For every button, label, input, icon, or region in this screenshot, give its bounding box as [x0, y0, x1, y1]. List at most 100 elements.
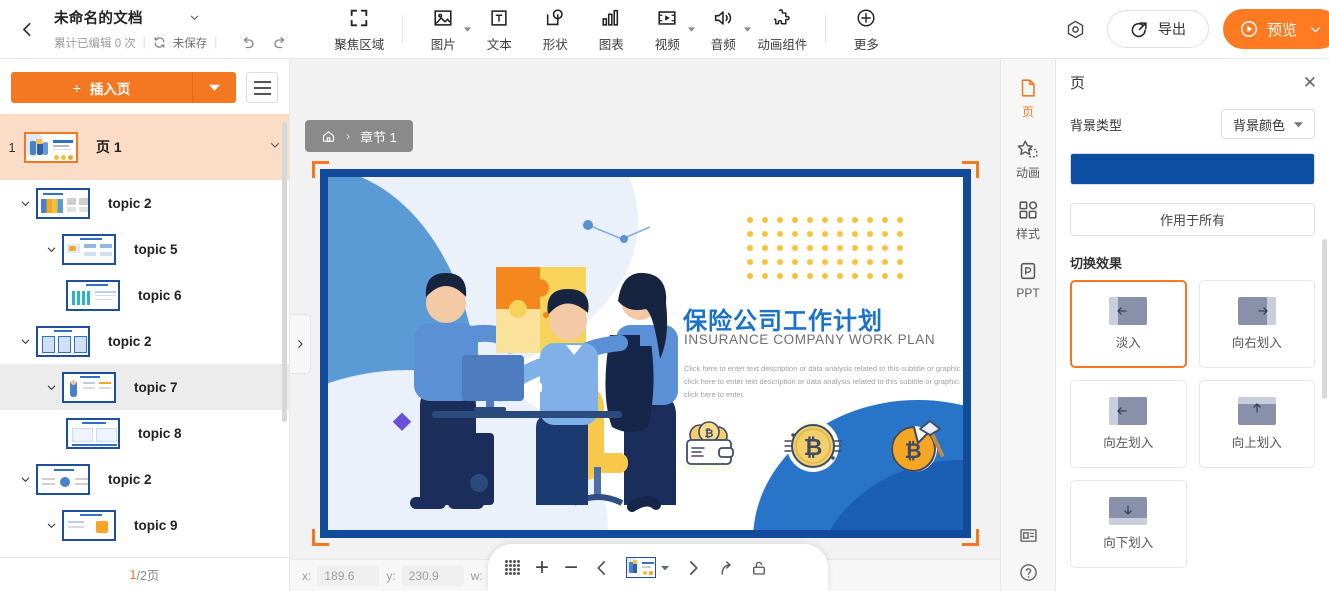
sidebar-item-page-1[interactable]: 1 页 1 — [0, 114, 289, 180]
insert-page-button[interactable]: + 插入页 — [11, 72, 192, 103]
layout-panel-icon[interactable] — [1018, 525, 1039, 546]
coordinate-y[interactable]: y: 230.9 — [386, 565, 464, 586]
slide-thumbnail[interactable] — [36, 187, 90, 219]
strip-item-style[interactable]: 样式 — [1000, 199, 1056, 242]
grid-toggle-button[interactable] — [505, 560, 520, 575]
transition-slide-down[interactable]: 向下划入 — [1070, 480, 1187, 568]
strip-item-page[interactable]: 页 — [1000, 77, 1056, 120]
preview-button[interactable]: 预览 — [1222, 9, 1329, 49]
selection-handle-bottom-right[interactable] — [962, 529, 979, 546]
chevron-down-icon — [47, 385, 55, 390]
insert-page-group[interactable]: + 插入页 — [11, 72, 236, 103]
tool-shape[interactable]: 形状 — [527, 0, 583, 59]
close-icon[interactable]: ✕ — [1303, 74, 1317, 91]
home-icon[interactable] — [321, 129, 336, 144]
y-value[interactable]: 230.9 — [401, 565, 464, 586]
background-type-select[interactable]: 背景颜色 — [1221, 109, 1315, 139]
expand-toggle[interactable] — [40, 520, 62, 531]
slide-options-caret[interactable] — [269, 138, 281, 156]
expand-toggle[interactable] — [14, 336, 36, 347]
strip-label: 页 — [1021, 105, 1034, 119]
tool-animation-component[interactable]: 动画组件 — [751, 0, 813, 59]
sidebar-item-topic-5[interactable]: topic 5 — [0, 226, 289, 272]
sidebar-item-topic-6[interactable]: topic 6 — [0, 272, 289, 318]
settings-button[interactable] — [1059, 12, 1093, 46]
canvas-area[interactable]: › 章节 1 保险公司工作计划 INSURANCE COMPANY WORK P… — [290, 59, 1003, 591]
expand-toggle[interactable] — [40, 382, 62, 393]
caret-down-icon[interactable] — [744, 26, 752, 33]
insert-page-dropdown[interactable] — [192, 72, 236, 103]
expand-toggle[interactable] — [14, 198, 36, 209]
zoom-in-button[interactable]: + — [535, 555, 549, 580]
zoom-out-button[interactable]: − — [564, 555, 578, 580]
breadcrumb[interactable]: › 章节 1 — [305, 120, 413, 152]
tool-text[interactable]: 文本 — [471, 0, 527, 59]
apply-to-all-button[interactable]: 作用于所有 — [1070, 203, 1315, 236]
slide-thumbnail[interactable] — [62, 371, 116, 403]
slide-thumbnail[interactable] — [66, 279, 120, 311]
strip-item-animation[interactable]: 动画 — [1000, 138, 1056, 181]
share-button[interactable] — [717, 559, 735, 577]
tool-audio[interactable]: 音频 — [695, 0, 752, 59]
slide-list[interactable]: 1 页 1 topic 2 topic 5 topic 6 topic 2 to… — [0, 114, 289, 557]
sidebar-item-topic-2b[interactable]: topic 2 — [0, 318, 289, 364]
prev-page-button[interactable] — [593, 559, 611, 577]
tool-chart[interactable]: 图表 — [583, 0, 639, 59]
help-circle-icon[interactable] — [1018, 562, 1039, 583]
slide-thumbnail[interactable] — [66, 417, 120, 449]
slide-canvas[interactable]: 保险公司工作计划 INSURANCE COMPANY WORK PLAN Cli… — [312, 161, 979, 546]
tool-image[interactable]: 图片 — [415, 0, 472, 59]
caret-down-icon[interactable] — [464, 26, 472, 33]
sidebar-menu-button[interactable] — [246, 72, 278, 103]
sidebar-item-topic-2a[interactable]: topic 2 — [0, 180, 289, 226]
expand-toggle[interactable] — [40, 244, 62, 255]
coordinate-x[interactable]: x: 189.6 — [302, 565, 380, 586]
slide-subtitle[interactable]: INSURANCE COMPANY WORK PLAN — [684, 332, 935, 347]
sidebar-item-topic-2c[interactable]: topic 2 — [0, 456, 289, 502]
strip-item-ppt[interactable]: PPT — [1000, 260, 1056, 300]
panel-scrollbar[interactable] — [1322, 239, 1327, 399]
sidebar-item-topic-7[interactable]: topic 7 — [0, 364, 289, 410]
selection-handle-bottom-left[interactable] — [312, 529, 329, 546]
slide-thumbnail[interactable] — [24, 131, 78, 163]
tool-video[interactable]: 视频 — [639, 0, 696, 59]
slide-up-arrow-icon — [1237, 397, 1276, 425]
back-button[interactable] — [0, 0, 54, 59]
export-button[interactable]: 导出 — [1106, 10, 1209, 48]
panel-header: 页 ✕ — [1056, 59, 1329, 105]
transition-slide-left[interactable]: 向左划入 — [1070, 380, 1187, 468]
expand-toggle[interactable] — [14, 474, 36, 485]
slide-thumbnail[interactable] — [36, 463, 90, 495]
sidebar-item-topic-9[interactable]: topic 9 — [0, 502, 289, 548]
chevron-down-icon[interactable] — [189, 12, 200, 23]
x-value[interactable]: 189.6 — [317, 565, 380, 586]
w-label: w: — [470, 568, 483, 583]
redo-icon[interactable] — [272, 34, 290, 52]
transition-fade-in[interactable]: 淡入 — [1070, 280, 1187, 368]
lock-button[interactable] — [750, 559, 768, 577]
caret-down-icon[interactable] — [661, 564, 670, 572]
slide-title[interactable]: 保险公司工作计划 — [683, 301, 883, 336]
page-thumbnail-selector[interactable] — [626, 557, 670, 578]
caret-down-icon[interactable] — [688, 26, 696, 33]
panel-collapse-toggle[interactable] — [290, 314, 311, 374]
sidebar-footer: 1/2页 — [0, 557, 289, 591]
slide-thumbnail[interactable] — [36, 325, 90, 357]
background-color-swatch[interactable] — [1070, 153, 1315, 185]
panel-title: 页 — [1070, 74, 1086, 92]
selection-handle-top-right[interactable] — [962, 161, 979, 178]
transition-slide-up[interactable]: 向上划入 — [1198, 380, 1315, 468]
tool-focus-area[interactable]: 聚焦区域 — [328, 0, 390, 59]
tool-more[interactable]: 更多 — [838, 0, 894, 59]
sidebar-scrollbar[interactable] — [282, 122, 287, 422]
chevron-down-icon[interactable] — [1309, 23, 1322, 36]
selection-handle-top-left[interactable] — [312, 161, 329, 178]
next-page-button[interactable] — [684, 559, 702, 577]
sidebar-item-topic-8[interactable]: topic 8 — [0, 410, 289, 456]
slide-thumbnail[interactable] — [62, 509, 116, 541]
transition-slide-right[interactable]: 向右划入 — [1198, 280, 1315, 368]
slide-frame[interactable]: 保险公司工作计划 INSURANCE COMPANY WORK PLAN Cli… — [320, 169, 971, 538]
slide-thumbnail[interactable] — [62, 233, 116, 265]
undo-icon[interactable] — [238, 34, 256, 52]
slide-description[interactable]: Click here to enter text description or … — [684, 362, 963, 401]
